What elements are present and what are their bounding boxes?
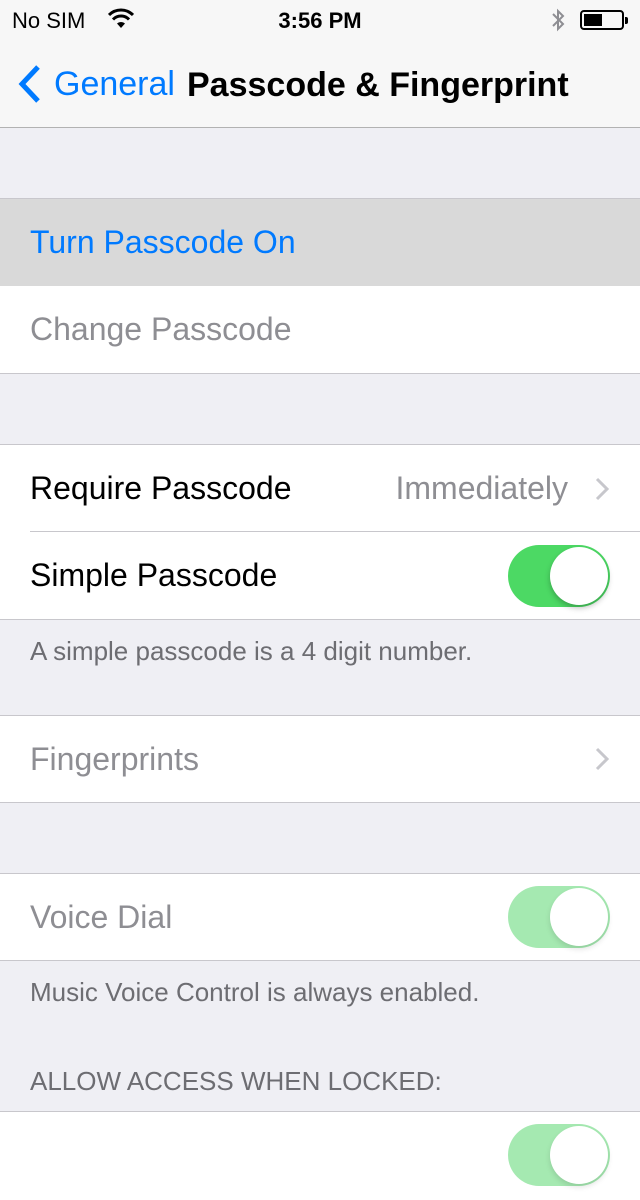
voice-dial-label: Voice Dial (30, 898, 173, 935)
page-title: Passcode & Fingerprint (187, 66, 569, 104)
require-passcode-value: Immediately (395, 470, 569, 506)
fingerprints-row[interactable]: Fingerprints (0, 716, 640, 802)
simple-passcode-footer: A simple passcode is a 4 digit number. (30, 636, 473, 666)
turn-passcode-on-button[interactable]: Turn Passcode On (0, 199, 640, 286)
simple-passcode-row: Simple Passcode (0, 532, 640, 619)
voice-dial-footer: Music Voice Control is always enabled. (30, 977, 480, 1007)
chevron-right-icon (595, 477, 610, 500)
divider (0, 619, 640, 620)
back-label: General (54, 64, 175, 103)
change-passcode-row: Change Passcode (0, 286, 640, 373)
navigation-bar: General Passcode & Fingerprint (0, 40, 640, 128)
simple-passcode-label: Simple Passcode (30, 557, 278, 593)
chevron-left-icon (18, 65, 40, 103)
voice-dial-toggle[interactable] (508, 886, 610, 948)
divider (0, 373, 640, 374)
allow-access-row (0, 1112, 640, 1200)
bluetooth-icon (550, 6, 566, 40)
chevron-right-icon (595, 747, 610, 771)
divider (0, 960, 640, 961)
require-passcode-label: Require Passcode (30, 470, 292, 506)
fingerprints-label: Fingerprints (30, 740, 199, 777)
allow-access-header: ALLOW ACCESS WHEN LOCKED: (30, 1066, 442, 1096)
battery-fill (584, 14, 602, 26)
clock: 3:56 PM (278, 8, 362, 33)
simple-passcode-toggle[interactable] (508, 544, 610, 607)
status-bar: No SIM 3:56 PM (0, 0, 640, 40)
allow-access-toggle[interactable] (508, 1124, 610, 1186)
divider (0, 802, 640, 803)
change-passcode-label: Change Passcode (30, 311, 292, 347)
back-button[interactable]: General (16, 64, 175, 104)
turn-passcode-on-label: Turn Passcode On (30, 224, 296, 260)
require-passcode-row[interactable]: Require Passcode Immediately (0, 445, 640, 532)
battery-icon (580, 10, 628, 30)
voice-dial-row: Voice Dial (0, 874, 640, 960)
